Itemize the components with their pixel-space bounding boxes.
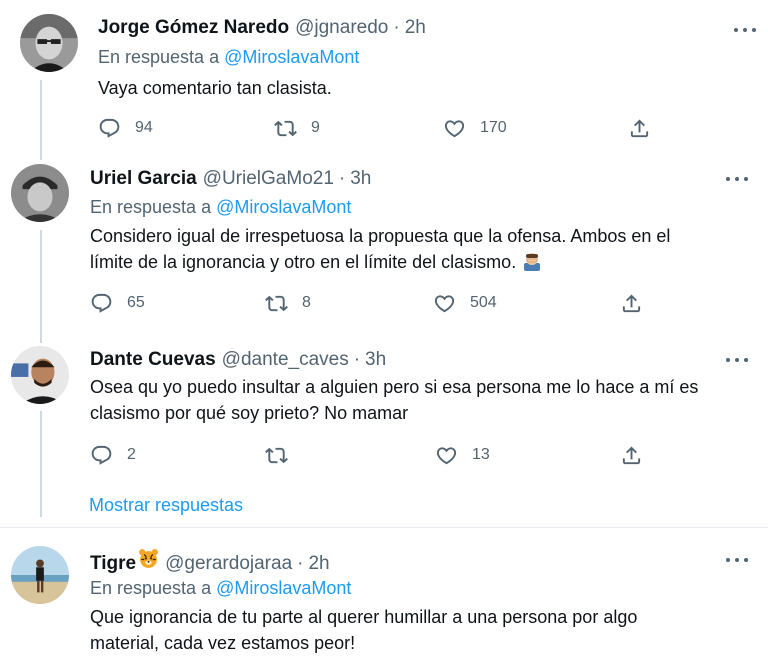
tweet-text: Considero igual de irrespetuosa la propu… xyxy=(90,223,750,275)
user-handle[interactable]: @jgnaredo xyxy=(295,16,388,40)
more-icon[interactable] xyxy=(723,350,751,370)
reply-context: En respuesta a @MiroslavaMont xyxy=(90,195,351,219)
share-button[interactable] xyxy=(620,443,643,467)
reply-prefix: En respuesta a xyxy=(98,47,220,67)
display-name[interactable]: Tigre xyxy=(90,552,136,576)
share-icon xyxy=(622,445,641,464)
display-name[interactable]: Uriel Garcia xyxy=(90,167,197,191)
separator-dot: · xyxy=(393,17,400,38)
tweet-text-line: límite de la ignorancia y otro en el lím… xyxy=(90,252,517,272)
more-icon[interactable] xyxy=(723,550,751,570)
like-count: 504 xyxy=(470,294,497,311)
like-icon xyxy=(434,294,455,312)
user-handle[interactable]: @UrielGaMo21 xyxy=(203,167,334,191)
retweet-icon xyxy=(274,120,297,136)
tweet-text-line: clasismo por qué soy prieto? No mamar xyxy=(90,403,409,423)
retweet-button[interactable] xyxy=(265,443,302,467)
reply-context: En respuesta a @MiroslavaMont xyxy=(90,576,351,600)
timestamp[interactable]: 3h xyxy=(365,348,386,372)
reply-icon xyxy=(91,293,112,313)
mention-link[interactable]: @MiroslavaMont xyxy=(216,197,351,217)
more-icon[interactable] xyxy=(731,20,759,40)
retweet-button[interactable]: 9 xyxy=(274,116,320,140)
tweet-text-line: Vaya comentario tan clasista. xyxy=(98,78,332,98)
share-icon xyxy=(630,118,649,137)
tweet-header: Jorge Gómez Naredo @jgnaredo · 2h xyxy=(98,16,426,40)
avatar[interactable] xyxy=(20,14,78,72)
reply-count: 2 xyxy=(127,446,136,463)
display-name[interactable]: Jorge Gómez Naredo xyxy=(98,16,289,40)
tweet-text-line: Que ignorancia de tu parte al querer hum… xyxy=(90,607,638,627)
reply-icon xyxy=(91,445,112,465)
retweet-count: 9 xyxy=(311,119,320,136)
tweet-text: Vaya comentario tan clasista. xyxy=(98,75,718,101)
mention-link[interactable]: @MiroslavaMont xyxy=(224,47,359,67)
reply-count: 94 xyxy=(135,119,153,136)
avatar[interactable] xyxy=(11,164,69,222)
avatar[interactable] xyxy=(11,346,69,404)
mention-link[interactable]: @MiroslavaMont xyxy=(216,578,351,598)
action-bar: 2 13 xyxy=(90,443,650,467)
tweet-header: Tigre @gerardojaraa · 2h xyxy=(90,548,330,576)
reply-icon xyxy=(99,118,120,138)
like-icon xyxy=(436,446,457,464)
display-name[interactable]: Dante Cuevas xyxy=(90,348,216,372)
retweet-button[interactable]: 8 xyxy=(265,291,311,315)
user-handle[interactable]: @dante_caves xyxy=(222,348,349,372)
tweet-text-line: material, cada vez estamos peor! xyxy=(90,633,356,653)
timestamp[interactable]: 2h xyxy=(405,16,426,40)
tiger-emoji-icon xyxy=(138,548,159,569)
like-button[interactable]: 170 xyxy=(443,116,507,140)
reply-button[interactable]: 2 xyxy=(90,443,136,467)
avatar[interactable] xyxy=(11,546,69,604)
tweet-text: Osea qu yo puedo insultar a alguien pero… xyxy=(90,374,750,426)
like-icon xyxy=(444,119,465,137)
reply-context: En respuesta a @MiroslavaMont xyxy=(98,45,359,69)
divider xyxy=(0,527,768,528)
reply-prefix: En respuesta a xyxy=(90,578,212,598)
like-count: 13 xyxy=(472,446,490,463)
action-bar: 94 9 170 xyxy=(98,116,658,140)
tweet-text-line-wrap: límite de la ignorancia y otro en el lím… xyxy=(90,249,750,275)
retweet-icon xyxy=(265,447,288,463)
reply-button[interactable]: 65 xyxy=(90,291,145,315)
tweet-text-line: Osea qu yo puedo insultar a alguien pero… xyxy=(90,377,699,397)
thread-line xyxy=(40,80,42,160)
separator-dot: · xyxy=(297,553,304,574)
like-button[interactable]: 13 xyxy=(435,443,490,467)
tweet-header: Uriel Garcia @UrielGaMo21 · 3h xyxy=(90,167,371,191)
share-button[interactable] xyxy=(628,116,651,140)
retweet-count: 8 xyxy=(302,294,311,311)
facepalm-emoji-icon xyxy=(522,251,542,271)
tweet-header: Dante Cuevas @dante_caves · 3h xyxy=(90,348,386,372)
user-handle[interactable]: @gerardojaraa xyxy=(165,552,292,576)
retweet-icon xyxy=(265,295,288,311)
like-button[interactable]: 504 xyxy=(433,291,497,315)
separator-dot: · xyxy=(338,168,346,189)
share-button[interactable] xyxy=(620,291,643,315)
thread-line xyxy=(40,230,42,343)
tweet-text: Que ignorancia de tu parte al querer hum… xyxy=(90,604,750,656)
share-icon xyxy=(622,293,641,312)
show-replies-link[interactable]: Mostrar respuestas xyxy=(89,495,243,516)
reply-button[interactable]: 94 xyxy=(98,116,153,140)
thread-line xyxy=(40,411,42,517)
more-icon[interactable] xyxy=(723,169,751,189)
timestamp[interactable]: 3h xyxy=(350,167,371,191)
reply-count: 65 xyxy=(127,294,145,311)
reply-prefix: En respuesta a xyxy=(90,197,212,217)
action-bar: 65 8 504 xyxy=(90,291,650,315)
tweet-text-line: Considero igual de irrespetuosa la propu… xyxy=(90,226,671,246)
like-count: 170 xyxy=(480,119,507,136)
timestamp[interactable]: 2h xyxy=(308,552,329,576)
separator-dot: · xyxy=(353,349,361,370)
